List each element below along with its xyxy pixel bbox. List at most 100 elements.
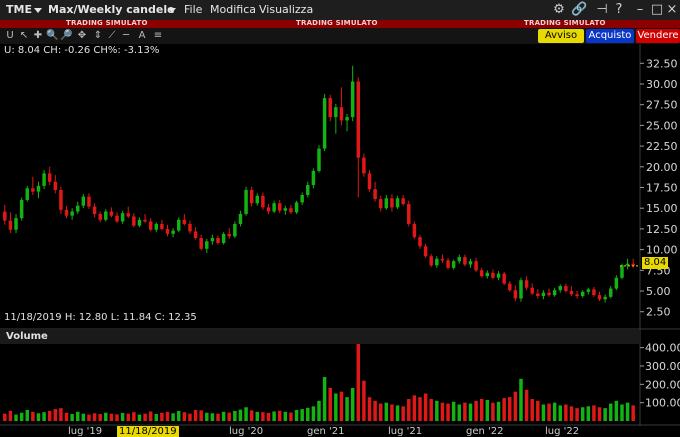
volume-bar — [154, 414, 159, 421]
candle-body — [19, 199, 24, 219]
horizontal-line-icon[interactable]: ─ — [120, 29, 132, 42]
x-axis-label: gen '21 — [307, 426, 345, 437]
volume-tick-label: 400.00M — [645, 342, 680, 355]
volume-bar — [339, 391, 344, 421]
link-icon[interactable]: 🔗 — [571, 2, 587, 18]
volume-bar — [586, 406, 591, 421]
timeframe-selector[interactable]: Max/Weekly candele — [48, 3, 175, 16]
zoom-in-icon[interactable]: 🔍 — [46, 29, 58, 42]
volume-bar — [328, 388, 332, 421]
last-price-tag: 8.04 — [642, 257, 669, 269]
candle-body — [277, 203, 282, 211]
candle-body — [575, 294, 579, 296]
volume-bar — [120, 412, 125, 421]
candle-body — [98, 214, 102, 220]
volume-bar — [620, 404, 624, 421]
menu-file[interactable]: File — [184, 3, 202, 16]
volume-bar — [367, 397, 372, 421]
minimize-icon[interactable]: – — [632, 2, 648, 18]
volume-bar — [508, 397, 512, 421]
volume-tick-label: 200.00M — [645, 378, 680, 391]
candle-body — [519, 280, 523, 299]
pan-icon[interactable]: ✥ — [76, 29, 88, 42]
alert-button[interactable]: Avviso — [538, 29, 584, 43]
volume-bar — [384, 402, 389, 421]
candle-body — [261, 195, 265, 208]
candle-body — [609, 288, 613, 297]
settings-icon[interactable]: ⚙ — [551, 2, 567, 18]
volume-bar — [457, 404, 462, 421]
x-axis-label: lug '22 — [545, 426, 580, 437]
candle-body — [306, 185, 310, 195]
candle-body — [429, 256, 433, 266]
fibonacci-icon[interactable]: ≡ — [152, 29, 164, 42]
symbol-dropdown-icon[interactable] — [34, 8, 42, 13]
candle-body — [87, 196, 91, 207]
candle-body — [160, 223, 164, 229]
candle-body — [188, 223, 192, 232]
zoom-out-icon[interactable]: 🔎 — [60, 29, 72, 42]
candle-body — [558, 286, 562, 291]
close-icon[interactable]: × — [664, 2, 680, 18]
volume-bar — [115, 414, 119, 421]
fit-icon[interactable]: ⇕ — [92, 29, 104, 42]
volume-bar — [31, 411, 35, 421]
candle-body — [569, 291, 574, 295]
sim-label: TRADING SIMULATO — [296, 19, 378, 27]
volume-bar — [575, 408, 579, 421]
trendline-icon[interactable]: ⟋ — [106, 29, 118, 42]
volume-bar — [390, 404, 394, 421]
volume-bar — [171, 413, 175, 421]
candle-body — [154, 223, 159, 230]
volume-bar — [446, 403, 450, 421]
volume-bar — [631, 405, 635, 421]
volume-bar — [407, 399, 411, 421]
volume-bar — [311, 406, 316, 421]
volume-bar — [165, 411, 170, 421]
volume-bar — [193, 410, 198, 421]
candle-body — [625, 263, 630, 266]
volume-bar — [132, 412, 136, 421]
volume-bar — [395, 405, 400, 421]
volume-bar — [356, 344, 361, 421]
simulated-trading-banner: TRADING SIMULATO TRADING SIMULATO TRADIN… — [0, 19, 680, 28]
volume-bar — [558, 405, 562, 421]
sell-button[interactable]: Vendere — [636, 29, 680, 43]
candle-body — [597, 295, 602, 300]
sim-label: TRADING SIMULATO — [66, 19, 148, 27]
symbol-selector[interactable]: TME — [6, 3, 32, 16]
volume-bar — [3, 413, 7, 421]
volume-bar — [227, 412, 231, 421]
help-icon[interactable]: ? — [611, 2, 627, 18]
candle-body — [120, 213, 125, 222]
candle-body — [580, 291, 585, 296]
candle-body — [3, 211, 7, 221]
price-chart[interactable]: 32.50 30.00 27.50 25.00 22.50 20.00 17.50 15.00… — [0, 44, 680, 437]
timeframe-dropdown-icon[interactable] — [168, 8, 176, 13]
candle-body — [165, 228, 170, 234]
volume-bar — [429, 399, 433, 421]
window-split-icon[interactable]: ⊣ — [594, 2, 610, 18]
volume-bar — [609, 403, 613, 421]
candle-body — [76, 205, 80, 212]
text-tool-icon[interactable]: A — [136, 29, 148, 42]
volume-bar — [614, 400, 619, 421]
candle-body — [199, 238, 203, 249]
volume-bar — [496, 401, 501, 421]
cursor-icon[interactable]: ↖ — [18, 29, 30, 42]
menu-visualizza[interactable]: Visualizza — [259, 3, 313, 16]
candle-body — [132, 216, 136, 226]
volume-bar — [19, 412, 24, 421]
x-axis-label: gen '22 — [466, 426, 504, 437]
candle-body — [395, 198, 400, 208]
buy-button[interactable]: Acquisto — [586, 29, 634, 43]
volume-bar — [70, 414, 74, 421]
candle-body — [423, 246, 428, 257]
y-tick-label: 27.50 — [646, 99, 678, 112]
crosshair-icon[interactable]: ✚ — [32, 29, 44, 42]
volume-bar — [261, 412, 265, 421]
maximize-icon[interactable]: □ — [649, 2, 665, 18]
menu-modifica[interactable]: Modifica — [210, 3, 256, 16]
volume-bar — [541, 404, 546, 421]
candle-body — [31, 188, 35, 192]
